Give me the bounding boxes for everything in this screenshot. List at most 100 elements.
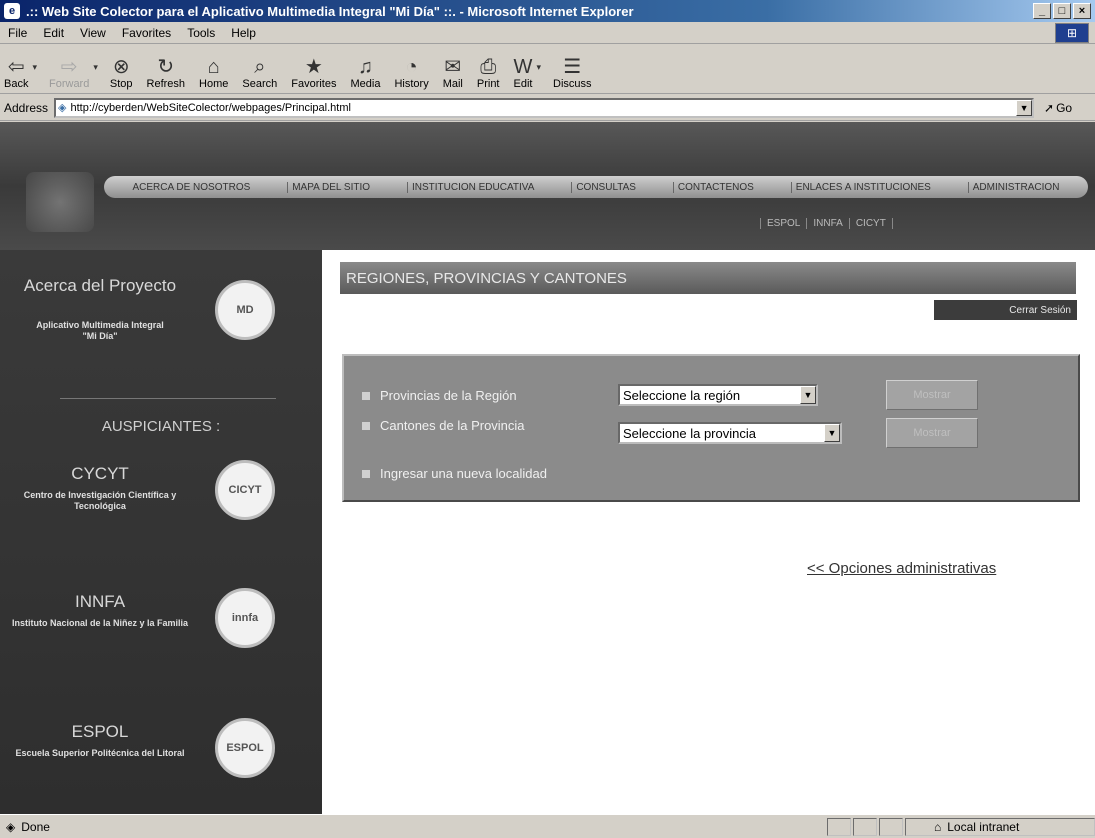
mail-label: Mail <box>442 78 463 90</box>
site-banner: ACERCA DE NOSOTROS MAPA DEL SITIO INSTIT… <box>0 122 1095 250</box>
home-icon: ⌂ <box>207 56 220 78</box>
row-label: Ingresar una nueva localidad <box>380 466 547 481</box>
nav-institucion[interactable]: INSTITUCION EDUCATIVA <box>406 181 538 193</box>
mail-button[interactable]: ✉ Mail <box>443 46 463 90</box>
province-select-value: Seleccione la provincia <box>623 425 756 441</box>
edit-dropdown-icon[interactable]: ▾ <box>536 62 541 73</box>
status-page-icon: ◈ <box>6 819 16 834</box>
region-select[interactable]: Seleccione la región ▼ <box>618 384 818 406</box>
menu-edit[interactable]: Edit <box>35 26 72 40</box>
sponsors-heading: AUSPICIANTES : <box>101 418 221 435</box>
site-logo <box>26 172 94 232</box>
back-arrow-icon: ⇦ <box>7 56 25 78</box>
address-dropdown-icon[interactable]: ▼ <box>1016 99 1033 116</box>
search-button[interactable]: ⌕ Search <box>242 46 277 90</box>
history-icon: ◔ <box>405 56 418 78</box>
chevron-down-icon: ▼ <box>800 386 816 404</box>
province-select[interactable]: Seleccione la provincia ▼ <box>618 422 842 444</box>
favorites-button[interactable]: ★ Favorites <box>291 46 336 90</box>
stop-label: Stop <box>109 78 133 90</box>
nav-contactenos[interactable]: CONTACTENOS <box>672 181 758 193</box>
subnav-cicyt[interactable]: CICYT <box>848 218 893 229</box>
sponsor-title: CYCYT <box>71 464 129 483</box>
search-label: Search <box>242 78 278 90</box>
espol-logo: ESPOL <box>215 718 275 778</box>
admin-options-link[interactable]: << Opciones administrativas <box>807 560 996 577</box>
status-bar: ◈ Done ⌂ Local intranet <box>0 814 1095 838</box>
refresh-button[interactable]: ↻ Refresh <box>147 46 186 90</box>
discuss-label: Discuss <box>553 78 592 90</box>
menu-favorites[interactable]: Favorites <box>114 26 179 40</box>
address-label: Address <box>4 100 49 115</box>
sponsor-title: ESPOL <box>71 722 129 741</box>
sidebar-divider <box>60 398 276 399</box>
history-button[interactable]: ◔ History <box>394 46 428 90</box>
edit-label: Edit <box>513 78 533 90</box>
search-icon: ⌕ <box>254 56 266 78</box>
back-label: Back <box>4 78 29 90</box>
menu-file[interactable]: File <box>0 26 35 40</box>
stop-button[interactable]: ⊗ Stop <box>110 46 133 90</box>
media-button[interactable]: ♫ Media <box>351 46 381 90</box>
refresh-icon: ↻ <box>157 56 175 78</box>
back-dropdown-icon[interactable]: ▾ <box>32 62 37 73</box>
maximize-button[interactable]: □ <box>1053 3 1071 19</box>
sponsor-cicyt[interactable]: CYCYT Centro de Investigación Científica… <box>0 460 322 540</box>
refresh-label: Refresh <box>146 78 186 90</box>
status-left: ◈ Done <box>0 820 827 834</box>
address-input[interactable]: ◈ http://cyberden/WebSiteColector/webpag… <box>54 97 1035 118</box>
close-button[interactable]: × <box>1073 3 1091 19</box>
windows-logo-icon: ⊞ <box>1055 23 1089 43</box>
nav-mapa[interactable]: MAPA DEL SITIO <box>287 181 374 193</box>
forward-dropdown-icon[interactable]: ▾ <box>93 62 98 73</box>
logout-button[interactable]: Cerrar Sesión <box>934 300 1077 320</box>
sponsor-title: INNFA <box>74 592 126 611</box>
form-row-localidad[interactable]: Ingresar una nueva localidad <box>362 466 547 481</box>
print-button[interactable]: ⎙ Print <box>477 46 500 90</box>
forward-button[interactable]: ⇨ Forward <box>49 46 89 90</box>
print-label: Print <box>476 78 500 90</box>
subnav-espol[interactable]: ESPOL <box>760 218 806 229</box>
favorites-icon: ★ <box>304 56 323 78</box>
show-cantons-button[interactable]: Mostrar <box>886 418 978 448</box>
go-label: Go <box>1056 100 1073 115</box>
show-provinces-button[interactable]: Mostrar <box>886 380 978 410</box>
word-edit-icon: W <box>513 56 533 78</box>
address-bar: Address ◈ http://cyberden/WebSiteColecto… <box>0 95 1095 121</box>
regions-form-panel: Provincias de la Región Seleccione la re… <box>342 354 1080 502</box>
nav-enlaces[interactable]: ENLACES A INSTITUCIONES <box>790 181 935 193</box>
form-row-provincias: Provincias de la Región <box>362 388 517 403</box>
sponsor-innfa[interactable]: INNFA Instituto Nacional de la Niñez y l… <box>0 588 322 668</box>
subnav-innfa[interactable]: INNFA <box>806 218 848 229</box>
toolbar: ⇦ Back ▾ ⇨ Forward ▾ ⊗ Stop ↻ Refresh ⌂ … <box>0 44 1095 94</box>
status-segment <box>879 817 903 836</box>
go-arrow-icon: ➚ <box>1044 100 1055 115</box>
browser-window: e .:: Web Site Colector para el Aplicati… <box>0 0 1095 838</box>
go-button[interactable]: ➚ Go <box>1044 101 1072 115</box>
page-viewport: ACERCA DE NOSOTROS MAPA DEL SITIO INSTIT… <box>0 122 1095 814</box>
minimize-button[interactable]: _ <box>1033 3 1051 19</box>
home-label: Home <box>199 78 229 90</box>
discuss-button[interactable]: ☰ Discuss <box>553 46 592 90</box>
bullet-icon <box>362 391 370 400</box>
home-button[interactable]: ⌂ Home <box>199 46 228 90</box>
row-label: Cantones de la Provincia <box>380 418 525 433</box>
edit-button[interactable]: W Edit <box>514 46 533 90</box>
sponsor-espol[interactable]: ESPOL Escuela Superior Politécnica del L… <box>0 718 322 798</box>
nav-administracion[interactable]: ADMINISTRACION <box>967 181 1064 193</box>
main-content: REGIONES, PROVINCIAS Y CANTONES Cerrar S… <box>322 250 1095 814</box>
about-block[interactable]: Acerca del Proyecto Aplicativo Multimedi… <box>0 272 322 352</box>
menu-view[interactable]: View <box>72 26 114 40</box>
nav-consultas[interactable]: CONSULTAS <box>571 181 640 193</box>
sponsor-subtitle: Centro de Investigación Científica y Tec… <box>23 490 177 511</box>
menu-help[interactable]: Help <box>223 26 264 40</box>
cicyt-logo: CICYT <box>215 460 275 520</box>
back-button[interactable]: ⇦ Back <box>4 46 28 90</box>
form-row-cantones: Cantones de la Provincia <box>362 418 562 433</box>
site-nav: ACERCA DE NOSOTROS MAPA DEL SITIO INSTIT… <box>104 176 1088 198</box>
nav-acerca[interactable]: ACERCA DE NOSOTROS <box>128 182 254 193</box>
sponsor-subtitle: Escuela Superior Politécnica del Litoral <box>15 748 185 758</box>
stop-icon: ⊗ <box>112 56 130 78</box>
menu-tools[interactable]: Tools <box>179 26 223 40</box>
favorites-label: Favorites <box>291 78 337 90</box>
